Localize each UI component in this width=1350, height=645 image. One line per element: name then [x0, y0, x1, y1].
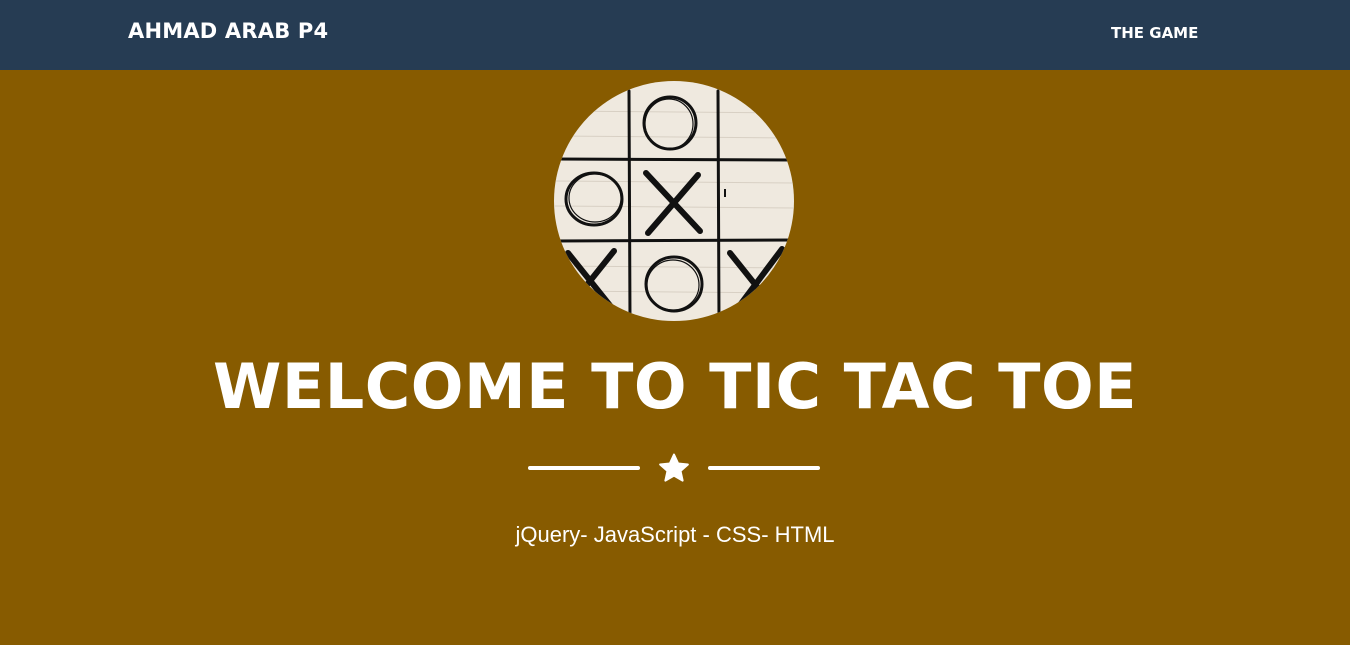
page-title: WELCOME TO TIC TAC TOE	[212, 350, 1138, 423]
divider-line-left	[528, 466, 640, 470]
masthead: WELCOME TO TIC TAC TOE jQuery- JavaScrip…	[0, 70, 1350, 645]
navbar: AHMAD ARAB P4 THE GAME	[0, 0, 1350, 70]
tech-stack-subtitle: jQuery- JavaScript - CSS- HTML	[515, 522, 835, 547]
brand-link[interactable]: AHMAD ARAB P4	[128, 19, 328, 43]
nav-link-the-game[interactable]: THE GAME	[1111, 24, 1198, 42]
divider-line-right	[708, 466, 820, 470]
tic-tac-toe-board-image	[554, 81, 794, 321]
star-icon	[659, 453, 689, 482]
